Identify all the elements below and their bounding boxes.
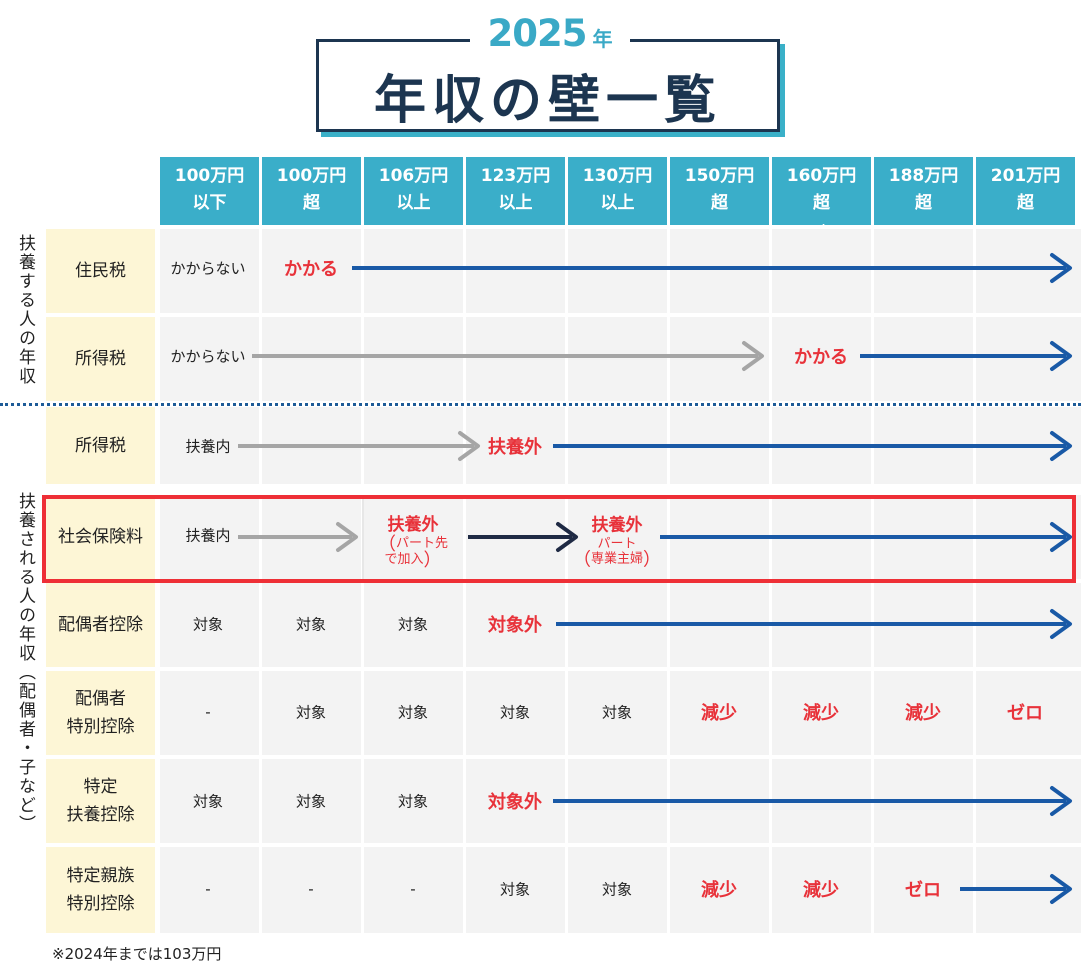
arrow-blue: [556, 609, 1072, 639]
arrow-gray: [252, 341, 764, 371]
cell-value-highlight: 減少: [701, 703, 737, 724]
cell-value-highlight: 減少: [701, 880, 737, 901]
cell-value: 対象: [499, 880, 531, 899]
cell-value: 対象: [295, 615, 327, 634]
cell-value: 対象: [397, 792, 429, 811]
cell-value: 対象: [499, 703, 531, 722]
cell-value: -: [205, 880, 211, 898]
arrow-blue: [553, 786, 1072, 816]
cell-value-highlight: 対象外: [488, 615, 542, 636]
social-insurance-highlight: [42, 495, 1076, 583]
cell-value-highlight: かかる: [284, 259, 338, 280]
footnote: ※2024年までは103万円: [52, 945, 222, 963]
cell-value-highlight: ゼロ: [905, 880, 941, 901]
arrow-gray: [238, 431, 480, 461]
cell-value: -: [410, 880, 416, 898]
cell-value: 対象: [192, 792, 224, 811]
cell-value: かからない: [170, 347, 246, 366]
cell-value: 扶養内: [185, 437, 231, 456]
cell-value: 対象: [397, 615, 429, 634]
arrow-blue: [860, 341, 1072, 371]
cell-value: 対象: [295, 703, 327, 722]
cell-value: 対象: [601, 880, 633, 899]
cell-value-highlight: 減少: [803, 880, 839, 901]
cell-value: 対象: [192, 615, 224, 634]
cell-value-highlight: 減少: [803, 703, 839, 724]
cell-value-highlight: かかる: [794, 347, 848, 368]
arrows-layer: [238, 253, 1072, 904]
cell-value: かからない: [170, 259, 246, 278]
cell-value-highlight: 減少: [905, 703, 941, 724]
cell-value-highlight: ゼロ: [1007, 703, 1043, 724]
arrow-blue: [553, 431, 1072, 461]
arrow-blue: [960, 874, 1072, 904]
cell-value-highlight: 対象外: [488, 792, 542, 813]
cell-value-highlight: 扶養外: [488, 437, 542, 458]
arrow-blue: [352, 253, 1072, 283]
section-divider: [0, 403, 1081, 406]
cell-value: -: [308, 880, 314, 898]
cell-value: -: [205, 703, 211, 721]
cell-value: 対象: [601, 703, 633, 722]
cell-value: 対象: [295, 792, 327, 811]
cell-value: 対象: [397, 703, 429, 722]
